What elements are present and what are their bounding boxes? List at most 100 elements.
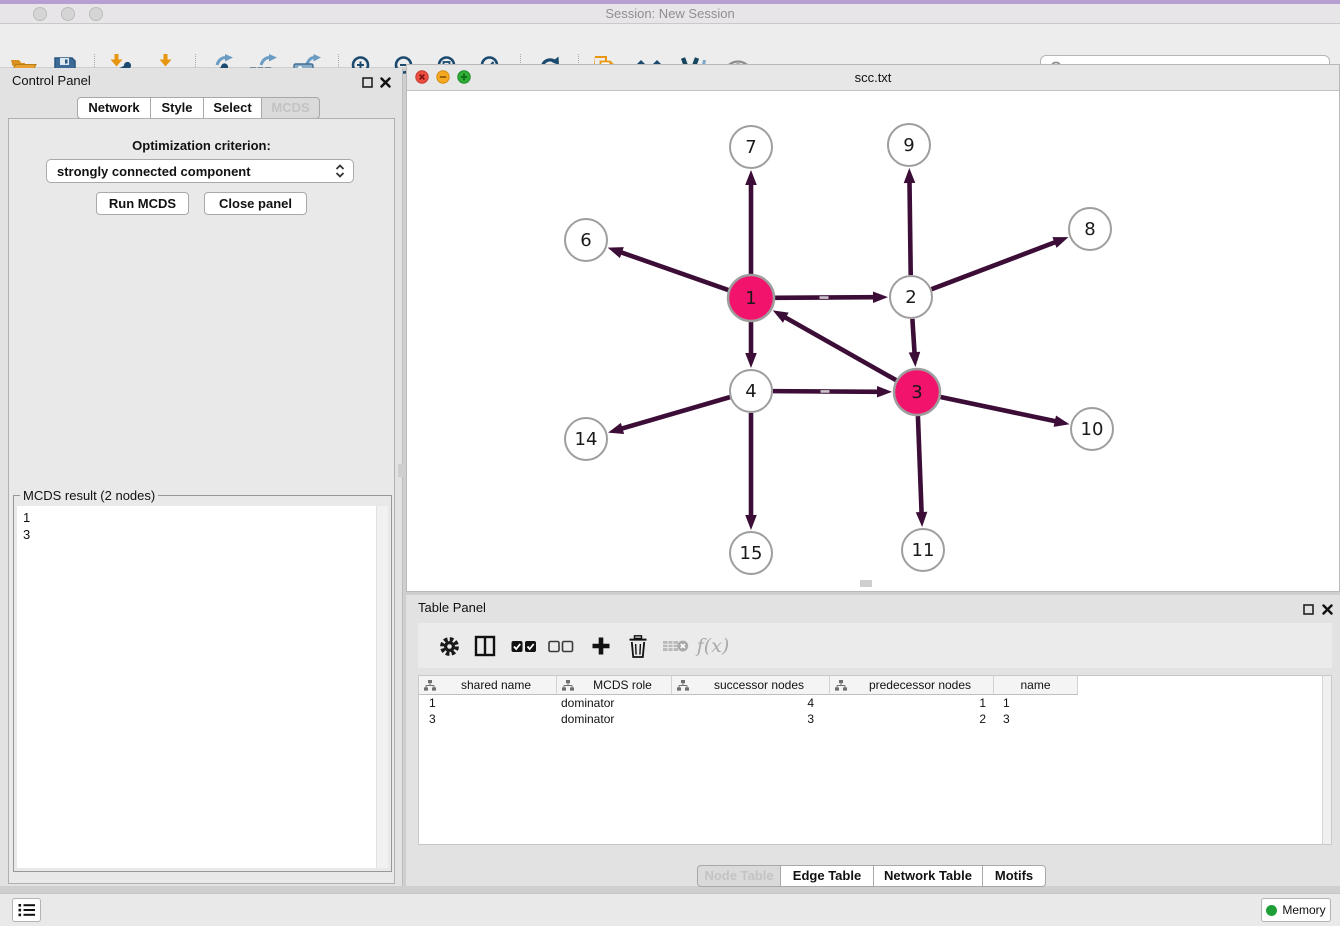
network-window-titlebar[interactable]: scc.txt — [407, 65, 1339, 91]
graph-node-label: 2 — [905, 287, 916, 308]
table-cell[interactable]: 1 — [419, 695, 557, 711]
close-table-panel-icon[interactable] — [1320, 602, 1334, 616]
deselect-all-button[interactable] — [546, 631, 576, 661]
graph-node-label: 4 — [745, 381, 756, 402]
table-scrollbar[interactable] — [1322, 676, 1331, 844]
optimization-criterion-label: Optimization criterion: — [9, 138, 394, 153]
graph-edge-2-9[interactable] — [909, 181, 910, 275]
table-cell[interactable]: 3 — [994, 711, 1078, 727]
graph-edge-arrowhead — [909, 352, 921, 367]
tab-edge-table[interactable]: Edge Table — [780, 865, 874, 887]
table-cell[interactable]: 2 — [830, 711, 994, 727]
main-toolbar — [0, 24, 1340, 68]
network-graph[interactable]: 7968124314101511 — [407, 91, 1339, 591]
app-title: Session: New Session — [0, 4, 1340, 24]
status-bar: Memory — [0, 893, 1340, 926]
table-row[interactable]: 1dominator411 — [419, 695, 1319, 711]
table-cell[interactable]: dominator — [557, 711, 672, 727]
graph-node-label: 7 — [745, 137, 756, 158]
function-builder-button[interactable]: f(x) — [698, 631, 728, 661]
graph-edge-2-3[interactable] — [912, 319, 914, 354]
edge-handle[interactable] — [820, 390, 829, 393]
table-cell[interactable]: 3 — [419, 711, 557, 727]
checked-boxes-icon — [511, 640, 537, 653]
column-settings-button[interactable] — [434, 631, 464, 661]
hierarchy-icon — [424, 680, 436, 691]
float-panel-icon[interactable] — [360, 75, 374, 89]
float-table-panel-icon[interactable] — [1301, 602, 1315, 616]
graph-edge-1-6[interactable] — [620, 252, 728, 290]
graph-edge-arrowhead — [904, 168, 916, 183]
run-mcds-button[interactable]: Run MCDS — [96, 192, 189, 215]
table-panel-title: Table Panel — [418, 600, 486, 615]
graph-node-label: 6 — [580, 230, 591, 251]
graph-edge-arrowhead — [877, 386, 892, 398]
graph-edge-4-14[interactable] — [621, 397, 730, 429]
fx-icon: f(x) — [697, 635, 730, 657]
mcds-result-line: 1 — [17, 506, 388, 526]
add-column-button[interactable] — [586, 631, 616, 661]
app-titlebar: Session: New Session — [0, 0, 1340, 24]
table-cell[interactable]: 3 — [672, 711, 830, 727]
delete-table-button[interactable] — [660, 631, 690, 661]
show-panels-button[interactable] — [12, 898, 41, 922]
graph-edge-arrowhead — [745, 353, 757, 368]
splitter-handle-vertical[interactable] — [398, 464, 404, 477]
tab-style[interactable]: Style — [150, 97, 204, 119]
column-header-predecessor-nodes[interactable]: predecessor nodes — [830, 676, 994, 695]
graph-edge-arrowhead — [916, 512, 928, 527]
graph-node-label: 11 — [912, 540, 935, 561]
result-scrollbar[interactable] — [376, 506, 388, 868]
dropdown-chevrons-icon — [335, 163, 345, 179]
graph-edge-3-1[interactable] — [784, 317, 896, 380]
criterion-dropdown[interactable]: strongly connected component — [46, 159, 354, 183]
unchecked-boxes-icon — [548, 640, 574, 653]
plus-icon — [591, 636, 611, 656]
tab-mcds[interactable]: MCDS — [261, 97, 320, 119]
tab-network-table[interactable]: Network Table — [873, 865, 983, 887]
node-table[interactable]: shared nameMCDS rolesuccessor nodesprede… — [418, 675, 1332, 845]
trash-icon — [628, 635, 648, 658]
table-cell[interactable]: dominator — [557, 695, 672, 711]
table-cell[interactable]: 4 — [672, 695, 830, 711]
network-view-window: scc.txt 7968124314101511 — [406, 64, 1340, 592]
graph-edge-3-11[interactable] — [918, 416, 922, 514]
graph-edge-arrowhead — [608, 247, 624, 258]
control-panel-tabs: NetworkStyleSelectMCDS — [77, 97, 320, 119]
column-header-successor-nodes[interactable]: successor nodes — [672, 676, 830, 695]
close-panel-icon[interactable] — [378, 75, 392, 89]
graph-edge-arrowhead — [873, 291, 888, 303]
tab-node-table[interactable]: Node Table — [697, 865, 781, 887]
table-panel: Table Panel — [406, 595, 1340, 886]
graph-edge-arrowhead — [745, 515, 757, 530]
table-cell[interactable]: 1 — [830, 695, 994, 711]
control-panel-header: Control Panel — [0, 68, 402, 94]
close-panel-button[interactable]: Close panel — [204, 192, 307, 215]
hierarchy-icon — [835, 680, 847, 691]
table-cell[interactable]: 1 — [994, 695, 1078, 711]
graph-edge-arrowhead — [745, 170, 757, 185]
select-all-button[interactable] — [509, 631, 539, 661]
cytoscape-window: { "app": { "title": "Session: New Sessio… — [0, 0, 1340, 926]
show-columns-button[interactable] — [470, 631, 500, 661]
delete-column-button[interactable] — [623, 631, 653, 661]
network-title: scc.txt — [407, 70, 1339, 85]
column-header-name[interactable]: name — [994, 676, 1078, 695]
table-toolbar: f(x) — [418, 623, 1332, 668]
memory-button[interactable]: Memory — [1261, 898, 1331, 922]
network-canvas[interactable]: 7968124314101511 — [407, 91, 1339, 591]
tab-network[interactable]: Network — [77, 97, 151, 119]
table-row[interactable]: 3dominator323 — [419, 711, 1319, 727]
tab-select[interactable]: Select — [203, 97, 262, 119]
column-header-shared-name[interactable]: shared name — [419, 676, 557, 695]
column-header-MCDS-role[interactable]: MCDS role — [557, 676, 672, 695]
criterion-dropdown-value: strongly connected component — [57, 164, 335, 179]
graph-edge-3-10[interactable] — [940, 397, 1056, 422]
hierarchy-icon — [562, 680, 574, 691]
tab-motifs[interactable]: Motifs — [982, 865, 1046, 887]
table-panel-tabs: Node TableEdge TableNetwork TableMotifs — [697, 865, 1046, 887]
mcds-result-area[interactable]: 13 — [17, 506, 388, 868]
splitter-handle[interactable] — [860, 580, 872, 587]
graph-edge-2-8[interactable] — [932, 242, 1057, 289]
edge-handle[interactable] — [819, 296, 828, 299]
